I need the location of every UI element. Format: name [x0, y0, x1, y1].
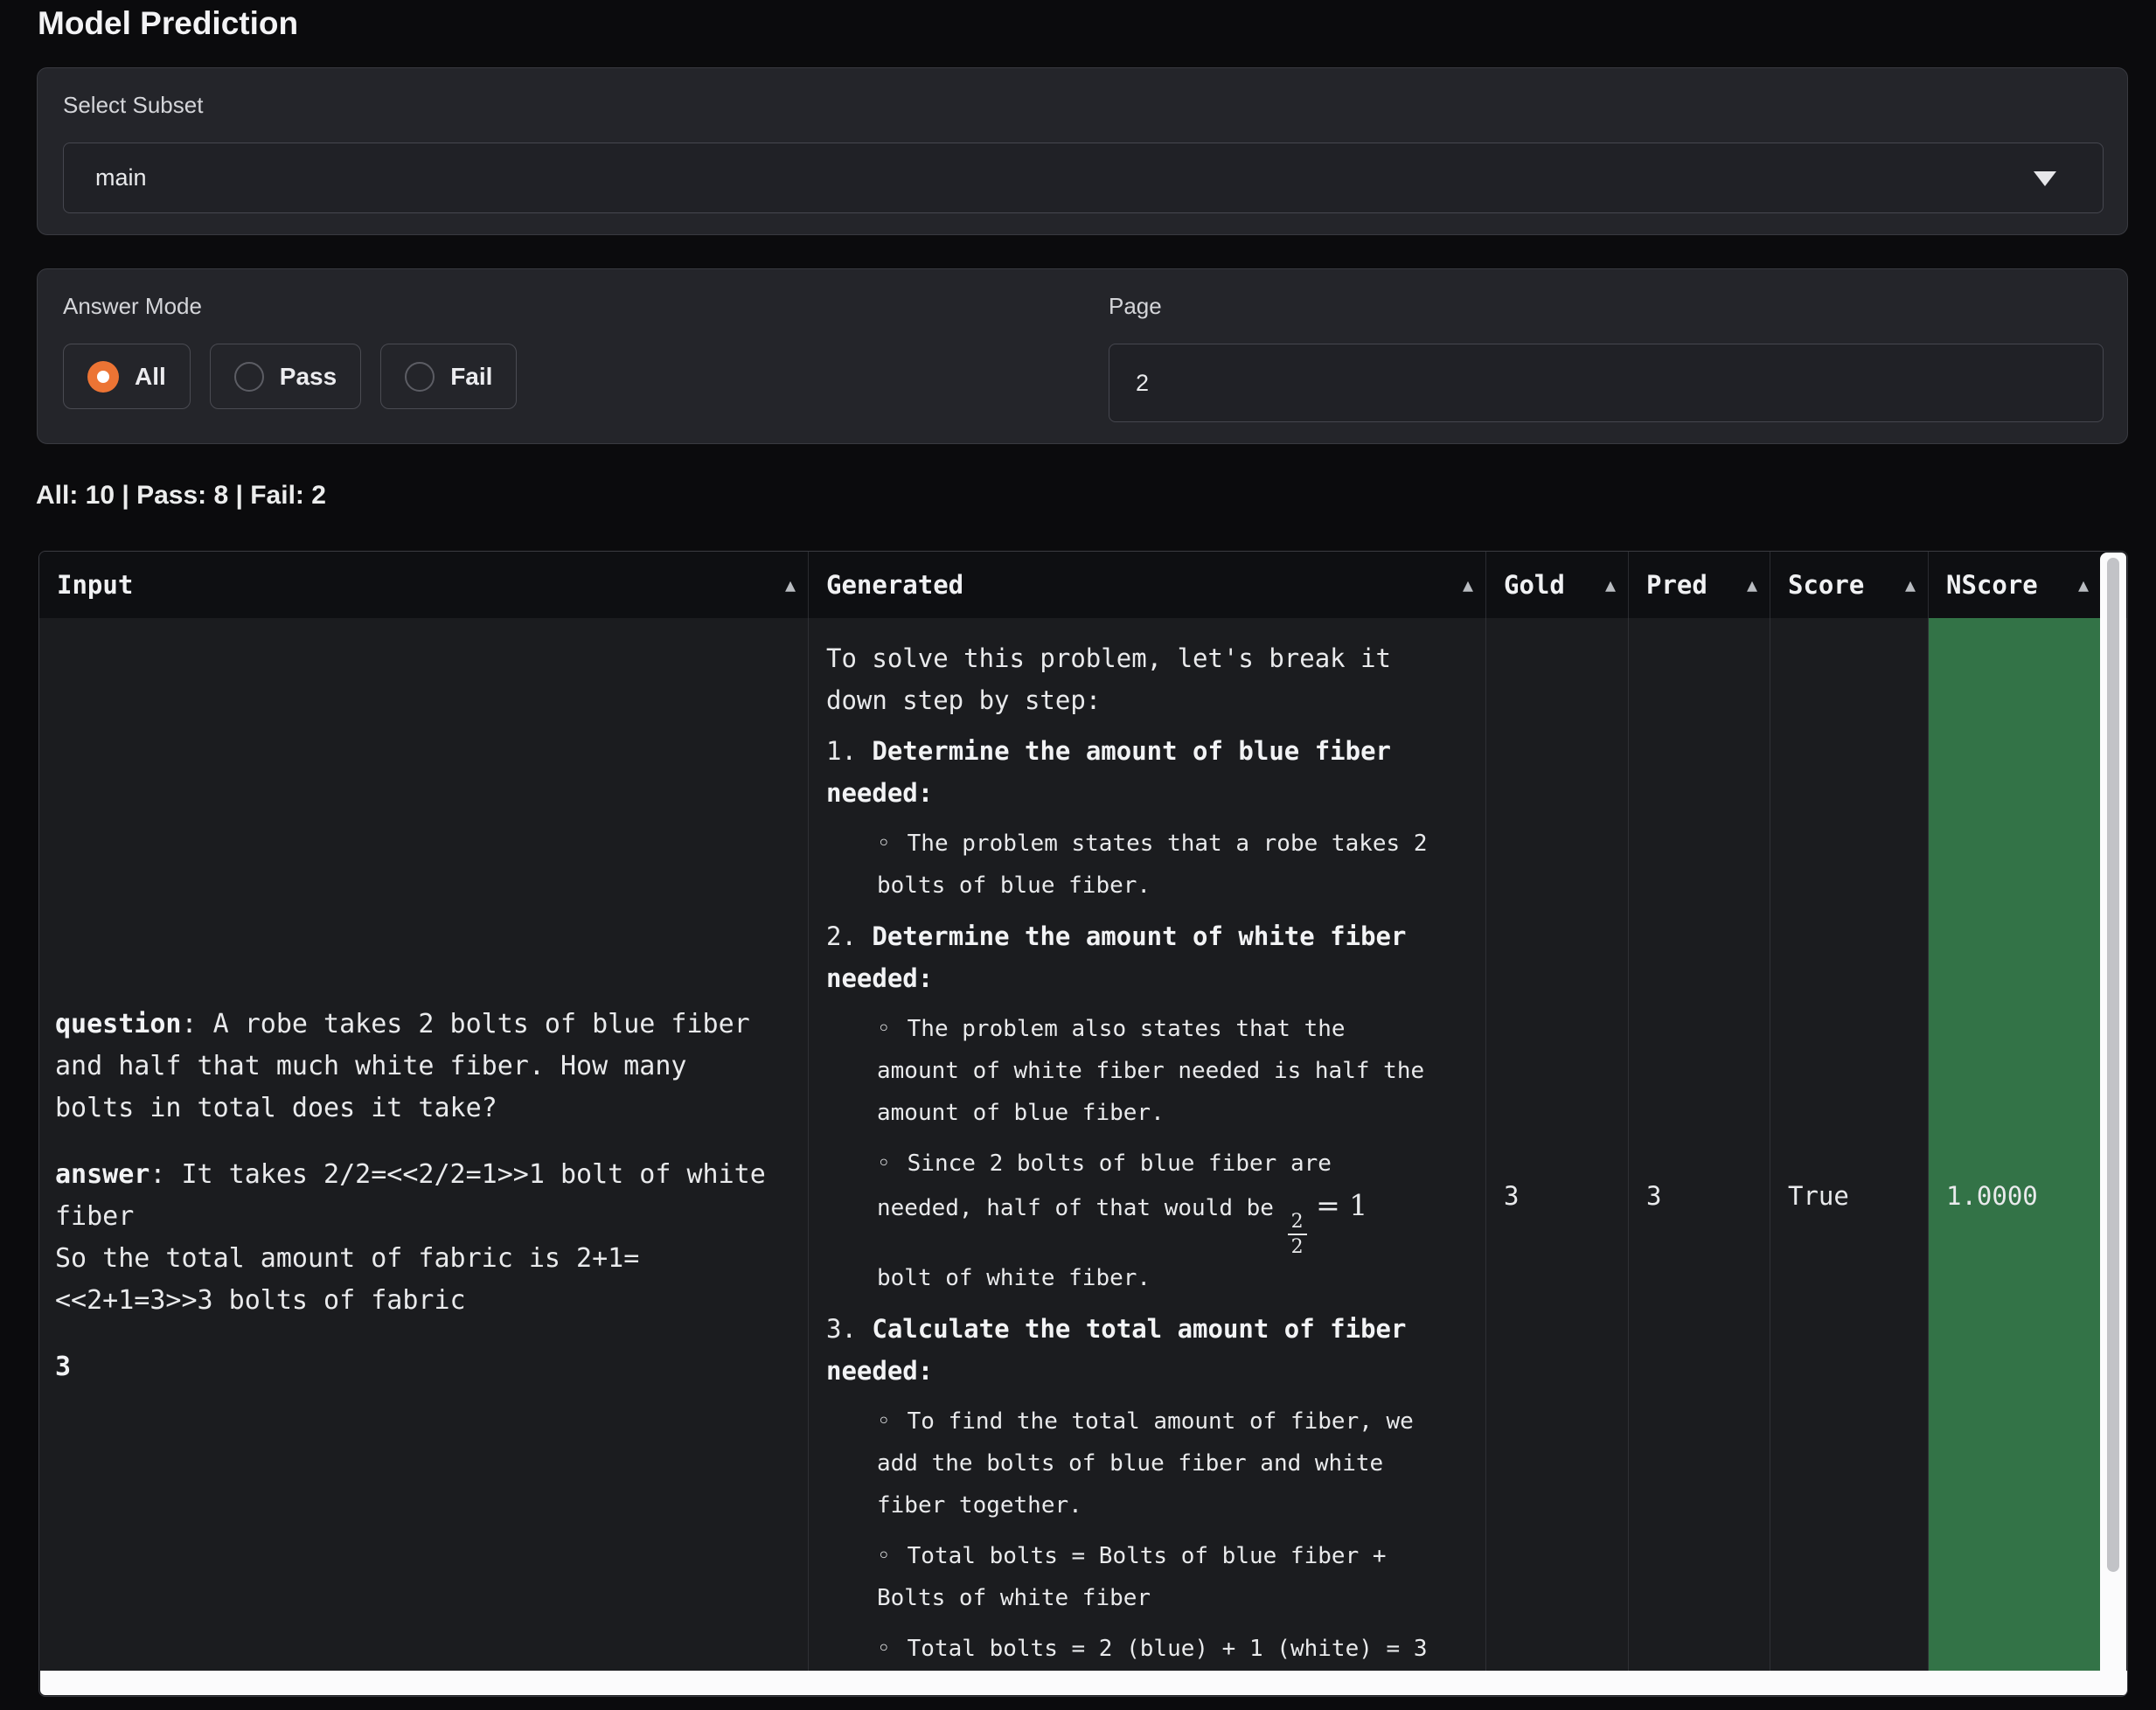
table-header-row: Input ▲ Generated ▲ Gold ▲ Pred ▲ Score ▲ NScore ▲: [39, 552, 2127, 618]
sort-ascending-icon: ▲: [785, 574, 796, 595]
sort-ascending-icon: ▲: [1463, 574, 1473, 595]
subset-dropdown[interactable]: main: [63, 142, 2104, 213]
bullet-circle-icon: ◦: [877, 1636, 891, 1662]
page-title: Model Prediction: [38, 5, 298, 42]
sort-ascending-icon: ▲: [1605, 574, 1616, 595]
bullet-circle-icon: ◦: [877, 1150, 891, 1177]
stats-line: All: 10 | Pass: 8 | Fail: 2: [36, 481, 326, 511]
cell-nscore: 1.0000: [1929, 618, 2101, 1672]
score-value: True: [1770, 1181, 1849, 1211]
sort-ascending-icon: ▲: [1747, 574, 1757, 595]
filter-panel: Answer Mode All Pass Fail Page: [37, 268, 2128, 444]
sort-ascending-icon: ▲: [2078, 574, 2089, 595]
column-header-label: Gold: [1504, 570, 1565, 600]
answer-mode-radio-group: All Pass Fail: [63, 344, 517, 409]
generated-bullet: ◦To find the total amount of fiber, we a…: [877, 1401, 1431, 1526]
column-header-label: Pred: [1646, 570, 1707, 600]
answer-mode-label: Answer Mode: [63, 293, 202, 320]
radio-selected-icon: [87, 361, 119, 393]
input-paragraph: 3: [55, 1346, 772, 1388]
answer-mode-option-fail[interactable]: Fail: [380, 344, 517, 409]
bullet-circle-icon: ◦: [877, 1543, 891, 1569]
column-header-nscore[interactable]: NScore ▲: [1929, 552, 2101, 618]
column-header-gold[interactable]: Gold ▲: [1486, 552, 1629, 618]
input-cell-text: question: A robe takes 2 bolts of blue f…: [39, 1004, 772, 1388]
radio-unselected-icon: [234, 362, 264, 392]
generated-bullet: ◦The problem also states that the amount…: [877, 1008, 1431, 1134]
answer-mode-option-all[interactable]: All: [63, 344, 191, 409]
generated-step-heading: 3. Calculate the total amount of fiber n…: [826, 1308, 1438, 1392]
generated-bullet-list: ◦The problem states that a robe takes 2 …: [877, 823, 1431, 907]
sort-ascending-icon: ▲: [1905, 574, 1916, 595]
answer-mode-option-pass[interactable]: Pass: [210, 344, 361, 409]
chevron-down-icon: [2034, 171, 2056, 186]
vertical-scrollbar-thumb[interactable]: [2107, 558, 2119, 1572]
column-header-label: Score: [1788, 570, 1864, 600]
results-table: Input▲Generated▲Gold▲Pred▲Score▲NScore▲ …: [38, 551, 2128, 1697]
cell-input: question: A robe takes 2 bolts of blue f…: [39, 618, 809, 1672]
cell-generated: To solve this problem, let's break it do…: [809, 618, 1486, 1672]
generated-step-heading: 2. Determine the amount of white fiber n…: [826, 915, 1438, 999]
subset-label: Select Subset: [63, 92, 203, 119]
generated-cell-text: To solve this problem, let's break it do…: [809, 618, 1438, 1672]
page-label: Page: [1109, 293, 1162, 320]
bullet-circle-icon: ◦: [877, 1408, 891, 1435]
horizontal-scrollbar[interactable]: [40, 1671, 2128, 1695]
cell-gold: 3: [1486, 618, 1629, 1672]
input-paragraph: question: A robe takes 2 bolts of blue f…: [55, 1004, 772, 1130]
generated-step: 2. Determine the amount of white fiber n…: [826, 915, 1438, 1299]
generated-intro: To solve this problem, let's break it do…: [826, 637, 1438, 721]
vertical-scrollbar[interactable]: [2100, 553, 2126, 1672]
generated-bullet: ◦Total bolts = Bolts of blue fiber + Bol…: [877, 1535, 1431, 1619]
column-header-input[interactable]: Input ▲: [39, 552, 809, 618]
bullet-circle-icon: ◦: [877, 831, 891, 857]
table-body: question: A robe takes 2 bolts of blue f…: [39, 618, 2127, 1672]
column-header-label: NScore: [1946, 570, 2038, 600]
column-header-label: Input: [57, 570, 133, 600]
generated-bullet: ◦Total bolts = 2 (blue) + 1 (white) = 3 …: [877, 1628, 1431, 1672]
radio-option-label: Fail: [450, 363, 492, 391]
radio-option-label: Pass: [280, 363, 337, 391]
pred-value: 3: [1629, 1181, 1661, 1211]
column-header-pred[interactable]: Pred ▲: [1629, 552, 1770, 618]
cell-pred: 3: [1629, 618, 1770, 1672]
generated-bullet-list: ◦The problem also states that the amount…: [877, 1008, 1431, 1299]
input-paragraph: answer: It takes 2/2=<<2/2=1>>1 bolt of …: [55, 1154, 772, 1322]
generated-step: 1. Determine the amount of blue fiber ne…: [826, 730, 1438, 907]
column-header-score[interactable]: Score ▲: [1770, 552, 1929, 618]
subset-dropdown-value: main: [95, 164, 147, 191]
cell-score: True: [1770, 618, 1929, 1672]
column-header-generated[interactable]: Generated ▲: [809, 552, 1486, 618]
app-window: Model Prediction Select Subset main Answ…: [0, 0, 2156, 1710]
page-input[interactable]: [1109, 344, 2104, 422]
subset-panel: Select Subset main: [37, 67, 2128, 235]
generated-step: 3. Calculate the total amount of fiber n…: [826, 1308, 1438, 1672]
gold-value: 3: [1486, 1181, 1519, 1211]
radio-unselected-icon: [405, 362, 435, 392]
generated-bullet-list: ◦To find the total amount of fiber, we a…: [877, 1401, 1431, 1672]
bullet-circle-icon: ◦: [877, 1016, 891, 1042]
radio-option-label: All: [135, 363, 166, 391]
generated-bullet: ◦The problem states that a robe takes 2 …: [877, 823, 1431, 907]
generated-step-heading: 1. Determine the amount of blue fiber ne…: [826, 730, 1438, 814]
column-header-label: Generated: [826, 570, 963, 600]
math-fraction: 22: [1288, 1212, 1307, 1257]
nscore-value: 1.0000: [1929, 1181, 2038, 1211]
generated-bullet: ◦Since 2 bolts of blue fiber are needed,…: [877, 1143, 1431, 1299]
